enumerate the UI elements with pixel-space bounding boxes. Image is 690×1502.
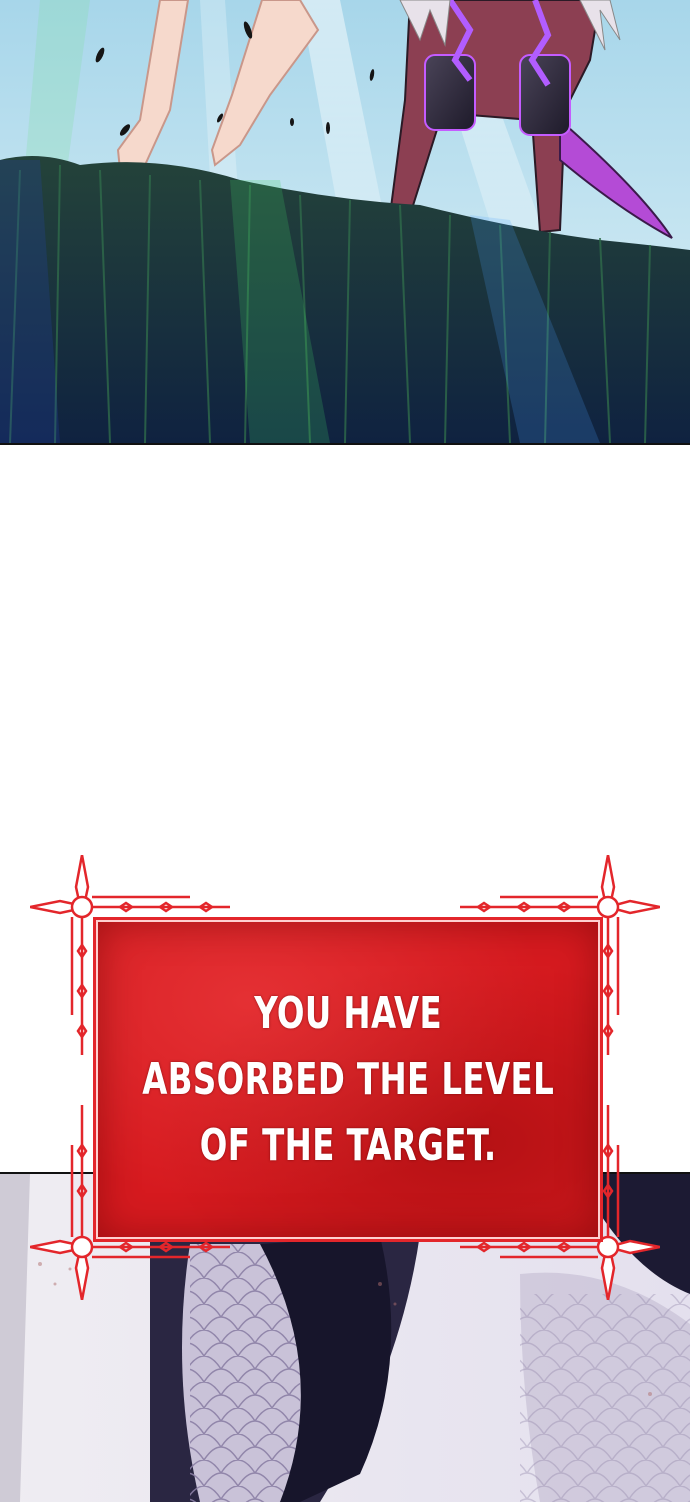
system-message-box: YOU HAVE ABSORBED THE LEVEL OF THE TARGE… — [96, 920, 600, 1239]
system-message-line-3: OF THE TARGET. — [199, 1119, 497, 1171]
system-message-line-1: YOU HAVE — [254, 987, 442, 1039]
comic-panel-top — [0, 0, 690, 445]
system-notification: YOU HAVE ABSORBED THE LEVEL OF THE TARGE… — [30, 855, 660, 1300]
grass-scene-illustration — [0, 0, 690, 443]
system-message-line-2: ABSORBED THE LEVEL — [142, 1053, 554, 1105]
system-message-text: YOU HAVE ABSORBED THE LEVEL OF THE TARGE… — [142, 981, 554, 1179]
